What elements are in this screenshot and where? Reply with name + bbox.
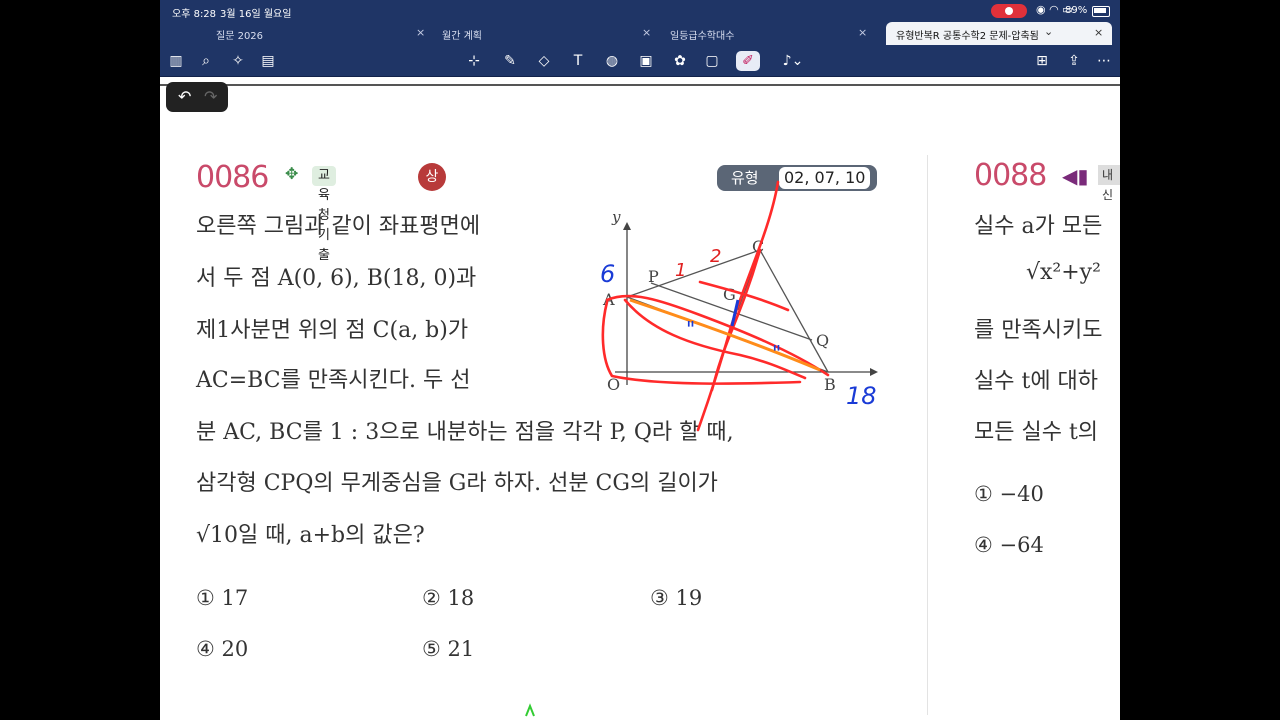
column-divider	[927, 155, 928, 715]
next-problem-line-4: 모든 실수 t의	[974, 420, 1099, 445]
y-axis-arrow	[623, 222, 631, 230]
next-problem-line-2: 를 만족시키도	[974, 318, 1103, 343]
hand-orange-stroke	[629, 298, 821, 372]
hand-label-2: 2	[710, 246, 721, 267]
next-problem-number: 0088	[974, 158, 1047, 193]
hand-red-stroke	[605, 294, 830, 377]
coordinate-figure: y A P C G Q O B 1 2 6 18 " "	[525, 180, 878, 717]
next-choice-4[interactable]: ④ −64	[974, 533, 1044, 557]
next-problem-line-3: 실수 t에 대하	[974, 369, 1099, 394]
x-axis-arrow	[870, 368, 878, 376]
label-B: B	[824, 375, 836, 394]
ipad-screen: 오후 8:28 3월 16일 월요일 ◉ ◠ ▭ 89% ⌂ 질문 2026 ×…	[160, 0, 1120, 720]
next-problem-formula: √x²+y²	[1026, 260, 1101, 285]
label-y: y	[611, 208, 621, 226]
hand-red-stroke	[623, 298, 807, 380]
segment-AC	[626, 249, 761, 298]
hand-label-18: 18	[846, 382, 877, 410]
megaphone-badge: ◀▮ 내신	[1060, 162, 1120, 202]
megaphone-icon: ◀▮	[1062, 164, 1089, 188]
hand-tick-mark: "	[772, 341, 781, 365]
hand-green-mark	[525, 703, 535, 717]
label-Q: Q	[816, 331, 829, 350]
hand-label-6: 6	[600, 260, 615, 288]
segment-CB	[759, 249, 829, 373]
hand-label-1: 1	[675, 260, 686, 281]
next-badge-label: 내신	[1098, 165, 1120, 202]
hand-tick-mark: "	[686, 317, 695, 341]
label-P: P	[648, 267, 659, 286]
next-choice-1[interactable]: ① −40	[974, 482, 1044, 506]
next-problem-line-1: 실수 a가 모든	[974, 214, 1103, 239]
hand-red-stroke	[710, 248, 762, 392]
